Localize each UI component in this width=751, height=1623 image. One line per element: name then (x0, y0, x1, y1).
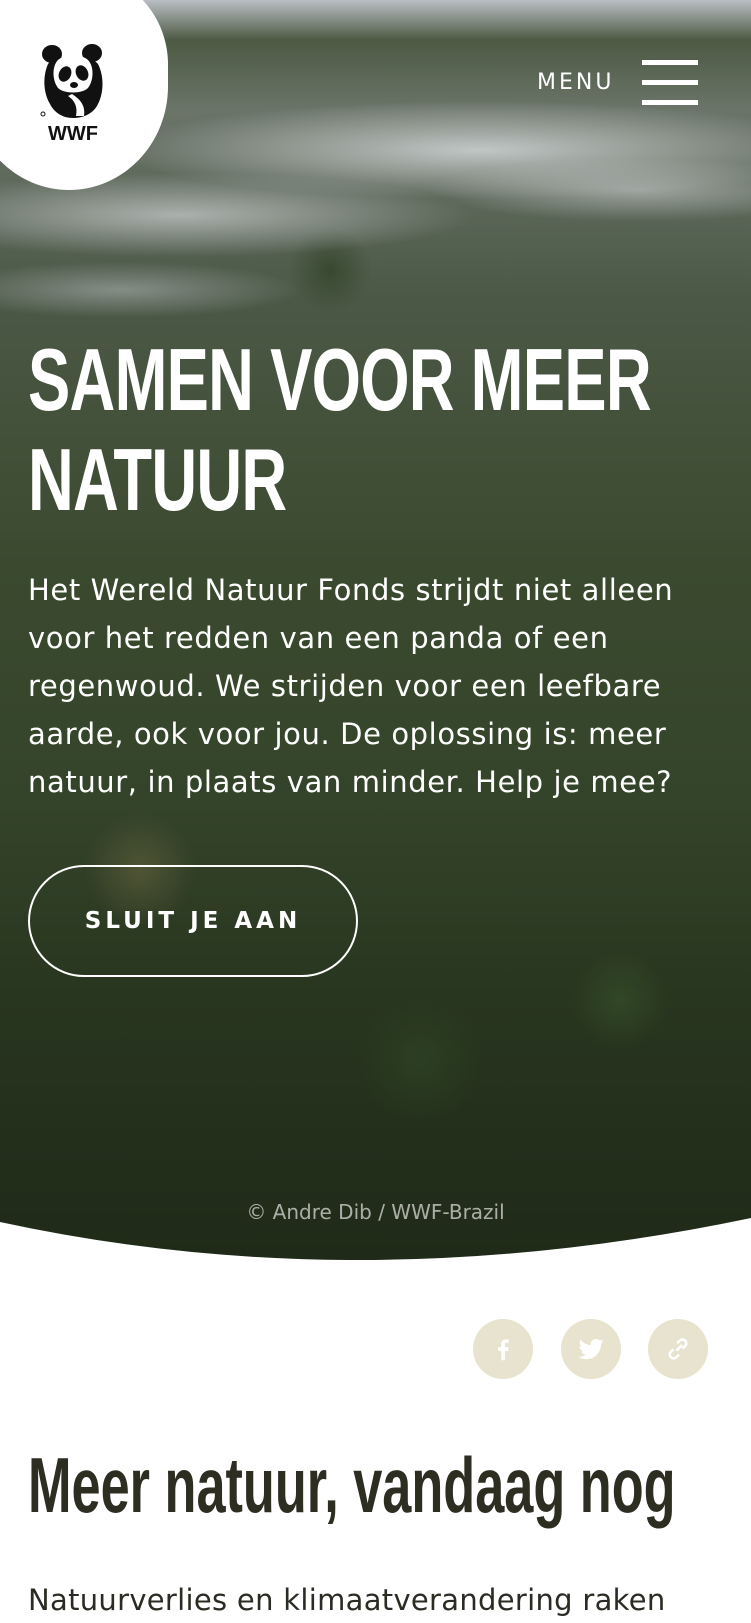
menu-bar (642, 80, 698, 85)
hero-text-line: voor het redden van een panda of een (28, 621, 609, 655)
hero-text-line: regenwoud. We strijden voor een leefbare (28, 669, 662, 703)
hero-title-line: NATUUR (28, 430, 287, 529)
menu-label[interactable]: MENU (537, 70, 614, 95)
hero-title-line: SAMEN VOOR MEER (28, 330, 652, 429)
link-icon (668, 1338, 688, 1360)
hero-intro-text: Het Wereld Natuur Fonds strijdt niet all… (28, 566, 718, 806)
menu-bar (642, 60, 698, 65)
hero-text-line: natuur, in plaats van minder. Help je me… (28, 765, 673, 799)
wwf-panda-logo-icon[interactable] (38, 44, 108, 120)
facebook-icon (498, 1339, 509, 1361)
hero-text-line: Het Wereld Natuur Fonds strijdt niet all… (28, 573, 674, 607)
hero-title: SAMEN VOOR MEER NATUUR (28, 330, 662, 530)
share-facebook-button[interactable] (473, 1319, 533, 1379)
hero-text-line: aarde, ook voor jou. De oplossing is: me… (28, 717, 667, 751)
twitter-icon (578, 1338, 604, 1360)
logo-wordmark[interactable]: WWF (40, 123, 106, 146)
join-button[interactable]: SLUIT JE AAN (28, 865, 358, 977)
section-text: Natuurverlies en klimaatverandering rake… (28, 1583, 666, 1617)
section-title: Meer natuur, vandaag nog (28, 1441, 676, 1529)
hamburger-menu-icon[interactable] (642, 60, 698, 106)
menu-bar (642, 100, 698, 105)
share-twitter-button[interactable] (561, 1319, 621, 1379)
share-link-button[interactable] (648, 1319, 708, 1379)
photo-credit: © Andre Dib / WWF-Brazil (246, 1200, 505, 1224)
